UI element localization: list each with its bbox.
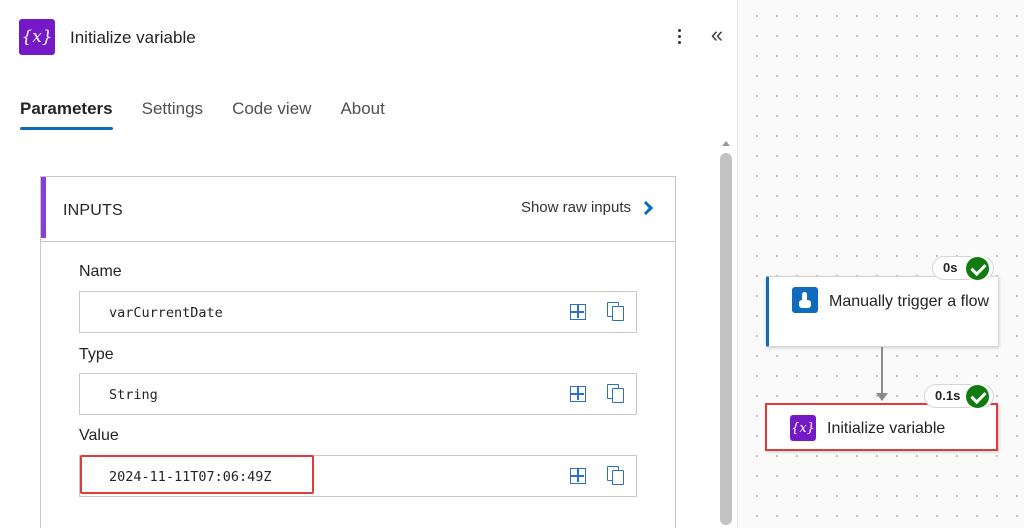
inputs-card-header: INPUTS Show raw inputs bbox=[41, 177, 675, 242]
inputs-title: INPUTS bbox=[63, 202, 123, 219]
manual-trigger-icon bbox=[792, 287, 818, 313]
name-value: varCurrentDate bbox=[109, 305, 223, 321]
inputs-card: INPUTS Show raw inputs Name varCurrentDa… bbox=[40, 176, 676, 528]
flow-connector bbox=[881, 347, 883, 394]
tab-code-view[interactable]: Code view bbox=[232, 99, 311, 130]
tab-parameters[interactable]: Parameters bbox=[20, 99, 113, 130]
node-manually-trigger[interactable]: Manually trigger a flow bbox=[766, 276, 999, 347]
type-field[interactable]: String bbox=[79, 373, 637, 415]
type-value: String bbox=[109, 387, 158, 403]
node-initialize-variable[interactable]: {x} Initialize variable bbox=[766, 404, 999, 451]
arrow-down-icon bbox=[876, 393, 888, 401]
value-label: Value bbox=[79, 427, 119, 444]
chevron-right-icon bbox=[638, 200, 654, 215]
node-label: Initialize variable bbox=[827, 420, 946, 437]
table-view-icon[interactable] bbox=[570, 304, 586, 320]
action-details-panel: {x} Initialize variable « Parameters Set… bbox=[0, 0, 738, 528]
name-label: Name bbox=[79, 263, 122, 280]
show-raw-inputs-label: Show raw inputs bbox=[520, 199, 631, 216]
tab-settings[interactable]: Settings bbox=[142, 99, 203, 130]
vertical-scrollbar[interactable] bbox=[718, 135, 734, 528]
success-check-icon bbox=[964, 383, 991, 410]
double-chevron-left-icon[interactable]: « bbox=[706, 22, 728, 48]
type-label: Type bbox=[79, 346, 114, 363]
copy-icon[interactable] bbox=[607, 302, 625, 322]
scroll-up-arrow-icon[interactable] bbox=[722, 141, 730, 146]
name-field[interactable]: varCurrentDate bbox=[79, 291, 637, 333]
table-view-icon[interactable] bbox=[570, 386, 586, 402]
more-vertical-icon[interactable] bbox=[670, 22, 688, 50]
copy-icon[interactable] bbox=[607, 384, 625, 404]
success-check-icon bbox=[964, 255, 991, 282]
copy-icon[interactable] bbox=[607, 466, 625, 486]
panel-tabs: Parameters Settings Code view About bbox=[20, 99, 385, 130]
card-accent-bar bbox=[41, 177, 46, 238]
show-raw-inputs-button[interactable]: Show raw inputs bbox=[521, 199, 655, 216]
scrollbar-thumb[interactable] bbox=[720, 153, 732, 525]
variable-icon: {x} bbox=[19, 19, 55, 55]
table-view-icon[interactable] bbox=[570, 468, 586, 484]
node-label: Manually trigger a flow bbox=[829, 293, 990, 310]
value-field[interactable]: 2024-11-11T07:06:49Z bbox=[79, 455, 637, 497]
panel-title: Initialize variable bbox=[70, 28, 196, 47]
variable-icon: {x} bbox=[790, 415, 816, 441]
value-value: 2024-11-11T07:06:49Z bbox=[109, 469, 272, 485]
tab-about[interactable]: About bbox=[340, 99, 384, 130]
